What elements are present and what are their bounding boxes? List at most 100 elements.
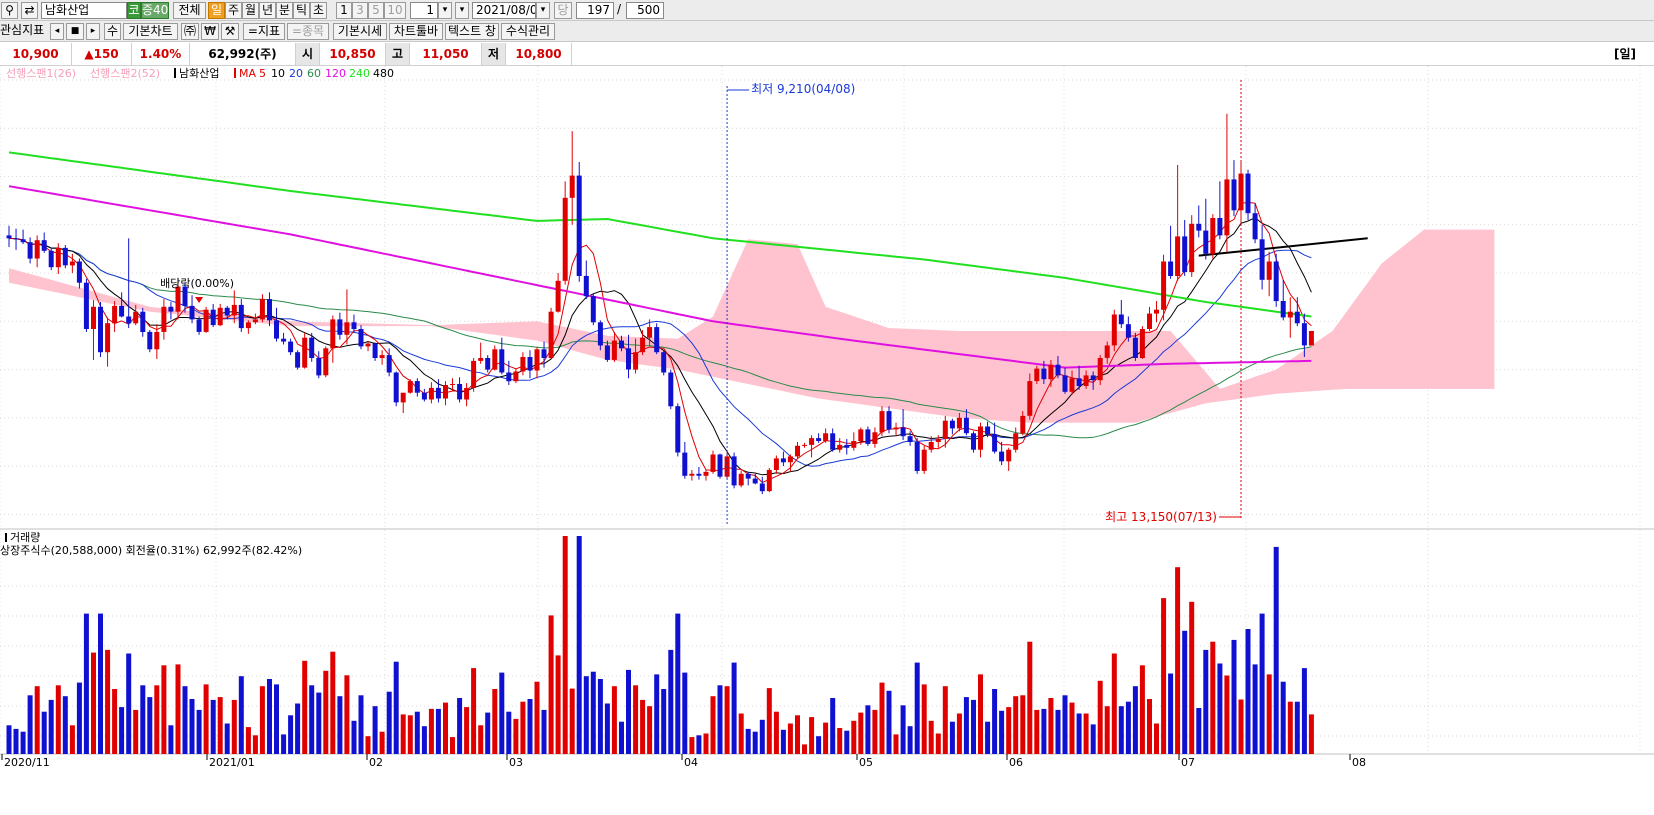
search-button[interactable]: ⚲ <box>1 2 18 19</box>
period-second-button[interactable]: 초 <box>310 2 327 19</box>
second-toolbar: 관심지표 ◂ ■ ▸ 수 기본차트 ㈜ ₩ ⚒ =지표 =종목 기본시세 차트툴… <box>0 21 1654 42</box>
stock-chart[interactable]: 선행스팬1(26) 선행스팬2(52) 남화산업 MA 5 10 20 60 120 240 480… <box>0 66 1654 815</box>
volume-bar <box>865 705 871 754</box>
candle-body <box>1048 364 1054 380</box>
candle-body <box>252 319 258 323</box>
candle-body <box>1280 301 1286 318</box>
volume-bar <box>161 665 167 754</box>
volume-bar <box>168 725 174 754</box>
date-picker-button[interactable]: ▾ <box>536 2 550 19</box>
volume-bar <box>654 674 660 754</box>
low-annotation: 최저 9,210(04/08) <box>751 82 855 96</box>
volume-bar <box>1034 709 1040 754</box>
volume-bar <box>1210 641 1216 754</box>
period-tick-button[interactable]: 틱 <box>293 2 310 19</box>
period-day-button[interactable]: 일 <box>208 2 225 19</box>
scroll-stop-button[interactable]: ■ <box>66 23 84 40</box>
bookmark-button[interactable]: ㈜ <box>181 23 199 40</box>
candle-body <box>485 358 491 370</box>
period-minute-button[interactable]: 분 <box>276 2 293 19</box>
volume-bar <box>921 684 927 754</box>
period-year-button[interactable]: 년 <box>259 2 276 19</box>
refresh-button[interactable]: ⇄ <box>21 2 38 19</box>
interval-input[interactable]: 1 <box>410 2 438 19</box>
tools-button[interactable]: ⚒ <box>221 23 239 40</box>
volume-bar <box>1104 706 1110 754</box>
candle-body <box>1175 236 1181 276</box>
candle-body <box>633 352 639 370</box>
interval-1-button[interactable]: 1 <box>336 2 352 19</box>
formula-manager-button[interactable]: 수식관리 <box>501 23 555 40</box>
candle-body <box>548 311 554 358</box>
scroll-right-button[interactable]: ▸ <box>86 23 100 40</box>
date-dropdown-toggle[interactable]: ▾ <box>455 2 469 19</box>
candle-body <box>330 319 336 349</box>
volume-bar <box>1041 708 1047 754</box>
period-week-button[interactable]: 주 <box>225 2 242 19</box>
interval-3-button[interactable]: 3 <box>352 2 368 19</box>
stock-name-field[interactable]: 남화산업 <box>41 2 127 19</box>
volume-info: 상장주식수(20,588,000) 회전율(0.31%) 62,992주(82.… <box>0 544 302 557</box>
candle-body <box>267 299 272 321</box>
scroll-left-button[interactable]: ◂ <box>50 23 64 40</box>
candle-body <box>119 305 125 317</box>
display-count-input[interactable]: 197 <box>576 2 614 19</box>
candle-body <box>1013 433 1019 450</box>
basic-quote-button[interactable]: 기본시세 <box>333 23 387 40</box>
legend-ma-240: 240 <box>349 67 370 80</box>
volume-bar <box>485 712 491 754</box>
su-button[interactable]: 수 <box>104 23 121 40</box>
candle-body <box>274 320 279 339</box>
candle-body <box>414 381 420 393</box>
chevron-down-icon: ▾ <box>459 5 465 15</box>
indicator-button[interactable]: =지표 <box>243 23 285 40</box>
candle-body <box>752 478 758 484</box>
date-field[interactable]: 2021/08/02 <box>472 2 536 19</box>
candle-body <box>907 436 913 442</box>
candle-body <box>281 338 287 342</box>
candle-body <box>816 438 822 441</box>
volume-bar <box>703 733 709 754</box>
volume-bar <box>1203 649 1209 754</box>
volume-bar <box>365 736 371 754</box>
candle-body <box>647 327 653 338</box>
volume-bar <box>337 696 343 754</box>
text-window-button[interactable]: 텍스트 창 <box>445 23 499 40</box>
interval-spin-button[interactable]: ▾ <box>438 2 452 19</box>
high-label: 고 <box>386 43 410 65</box>
period-month-button[interactable]: 월 <box>242 2 259 19</box>
volume-bar <box>1168 673 1174 754</box>
legend-stock-name: 남화산업 <box>179 67 219 80</box>
dang-button[interactable]: 당 <box>554 2 572 19</box>
volume-bar <box>1055 709 1061 754</box>
candle-body <box>48 250 54 268</box>
candle-body <box>541 349 547 358</box>
volume-bar <box>541 709 547 754</box>
period-all-button[interactable]: 전체 <box>173 2 206 19</box>
chart-toolbar-button[interactable]: 차트툴바 <box>389 23 443 40</box>
candle-body <box>1294 311 1300 324</box>
volume-bar <box>619 721 624 754</box>
volume-bar <box>112 689 118 754</box>
volume-bar <box>414 711 420 754</box>
volume-bar <box>597 679 603 754</box>
candle-body <box>1069 378 1075 392</box>
symbol-button[interactable]: =종목 <box>287 23 329 40</box>
candle-body <box>1076 378 1082 386</box>
total-count-input[interactable]: 500 <box>626 2 664 19</box>
volume-bar <box>1006 707 1012 754</box>
volume-bar <box>555 655 561 754</box>
interval-10-button[interactable]: 10 <box>384 2 406 19</box>
basic-chart-button[interactable]: 기본차트 <box>123 23 178 40</box>
candle-body <box>780 458 786 463</box>
chevron-down-icon: ▾ <box>442 5 448 15</box>
volume-bar <box>1161 598 1167 754</box>
interval-5-button[interactable]: 5 <box>368 2 384 19</box>
candle-body <box>1154 309 1159 314</box>
interest-indicator-tab[interactable]: 관심지표 <box>0 23 48 40</box>
currency-button[interactable]: ₩ <box>201 23 219 40</box>
volume-bar <box>309 685 315 754</box>
candle-body <box>1161 261 1167 310</box>
volume-bar <box>809 717 815 754</box>
candle-body <box>710 454 716 472</box>
